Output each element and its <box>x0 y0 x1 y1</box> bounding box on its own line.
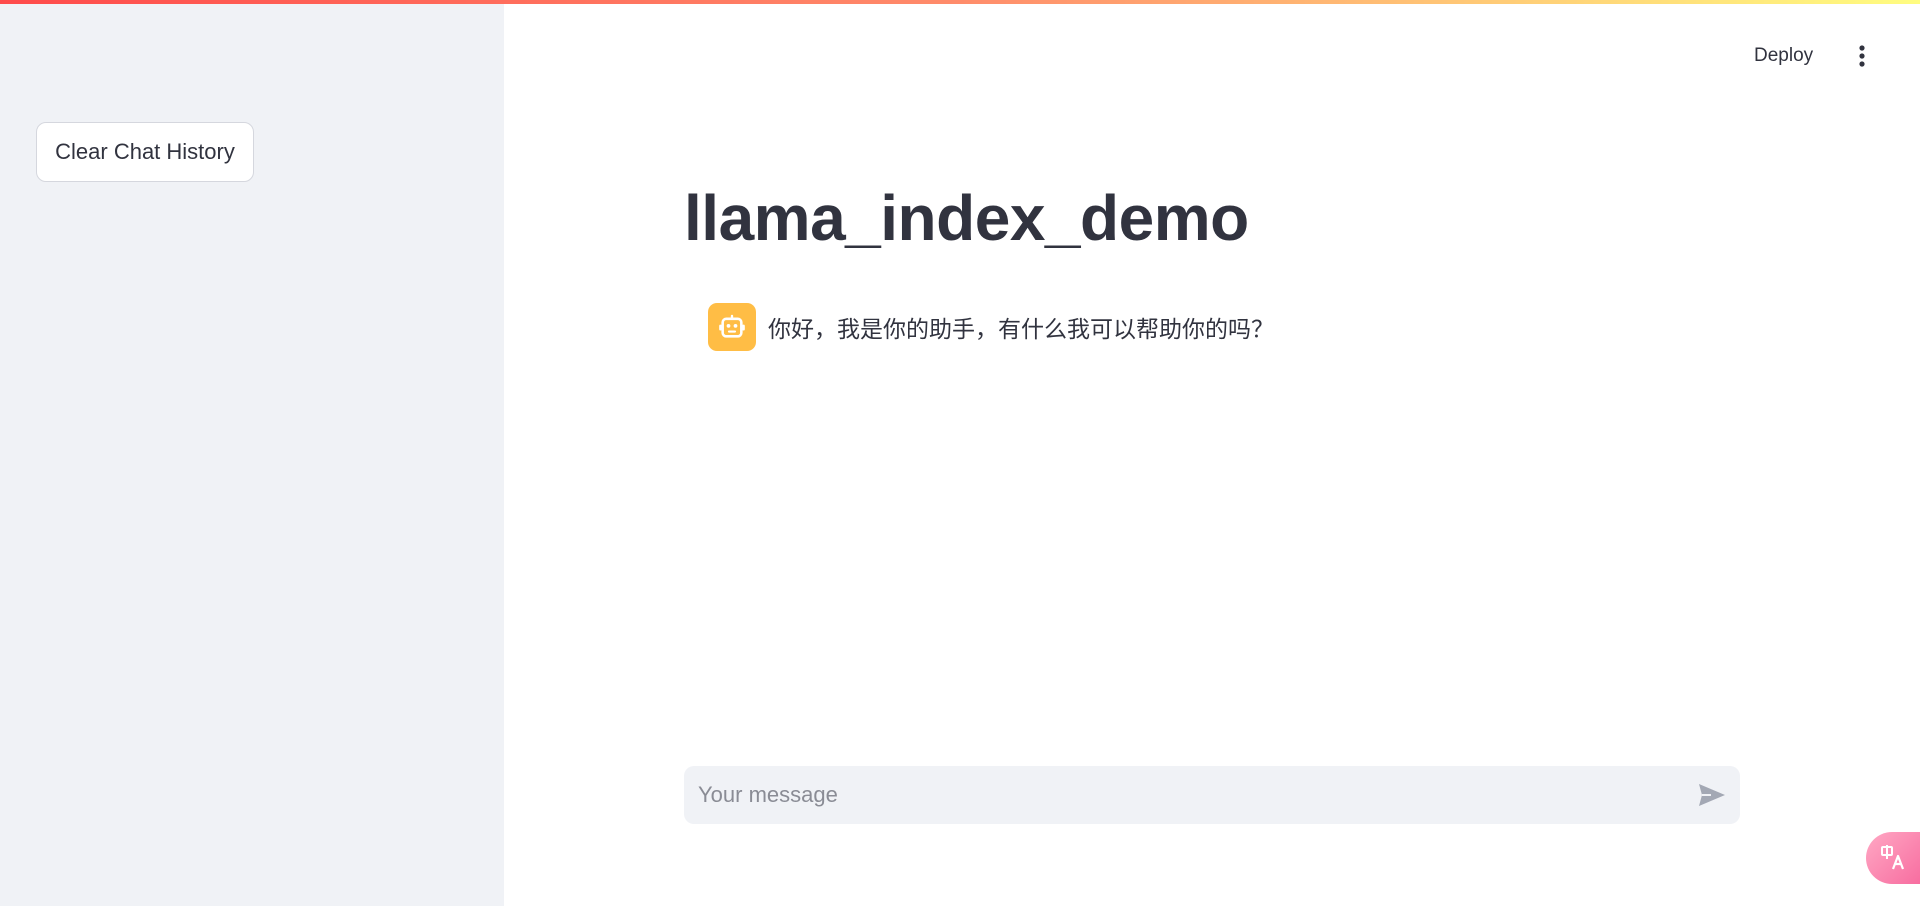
clear-chat-history-button[interactable]: Clear Chat History <box>36 122 254 182</box>
chat-message-text: 你好，我是你的助手，有什么我可以帮助你的吗？ <box>768 317 1274 343</box>
deploy-button[interactable]: Deploy <box>1748 40 1819 72</box>
page-title: llama_index_demo <box>684 182 1249 254</box>
robot-icon <box>719 314 745 338</box>
chat-input[interactable] <box>684 766 1684 824</box>
sidebar: Clear Chat History <box>0 0 504 906</box>
send-button[interactable] <box>1684 766 1740 824</box>
top-decoration-bar <box>0 0 1920 4</box>
send-icon <box>1699 784 1725 806</box>
translate-icon <box>1881 845 1905 870</box>
more-vert-icon <box>1859 45 1865 67</box>
chat-message-assistant: 你好，我是你的助手，有什么我可以帮助你的吗？ <box>708 303 1274 351</box>
main-menu-button[interactable] <box>1846 40 1878 72</box>
chat-input-container <box>684 766 1740 824</box>
assistant-avatar <box>708 303 756 351</box>
translate-widget-button[interactable] <box>1866 832 1920 884</box>
